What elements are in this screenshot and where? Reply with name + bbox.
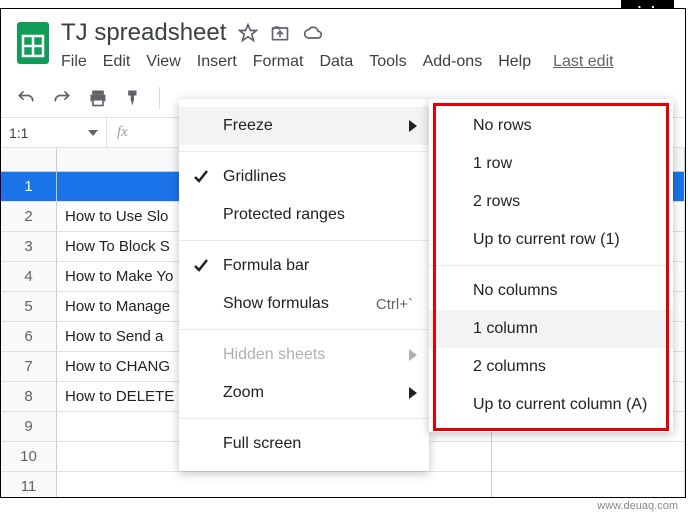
menu-edit[interactable]: Edit xyxy=(103,53,131,71)
rowhdr-3[interactable]: 3 xyxy=(1,232,57,261)
rowhdr-1[interactable]: 1 xyxy=(1,172,57,201)
menu-hidden-sheets: Hidden sheets xyxy=(179,336,429,374)
doc-title[interactable]: TJ spreadsheet xyxy=(61,19,226,47)
menu-data[interactable]: Data xyxy=(319,53,353,71)
arrow-right-icon xyxy=(409,387,417,399)
rowhdr-10[interactable]: 10 xyxy=(1,442,57,471)
titlebar: TJ spreadsheet File Edit View Insert For… xyxy=(1,9,685,71)
freeze-1-col-label: 1 column xyxy=(473,320,538,338)
cloud-icon[interactable] xyxy=(302,23,322,43)
chevron-down-icon xyxy=(88,130,98,136)
menu-zoom[interactable]: Zoom xyxy=(179,374,429,412)
rowhdr-11[interactable]: 11 xyxy=(1,472,57,498)
freeze-1-column[interactable]: 1 column xyxy=(429,310,673,348)
freeze-up-to-current-column[interactable]: Up to current column (A) xyxy=(429,386,673,424)
freeze-2-rows-label: 2 rows xyxy=(473,193,520,211)
menu-formula-bar-label: Formula bar xyxy=(223,257,309,275)
menu-protected-ranges[interactable]: Protected ranges xyxy=(179,196,429,234)
check-icon xyxy=(193,258,209,274)
freeze-up-to-col-label: Up to current column (A) xyxy=(473,396,647,414)
menu-freeze-label: Freeze xyxy=(223,117,273,135)
menu-help[interactable]: Help xyxy=(498,53,531,71)
menu-separator xyxy=(179,418,429,419)
rowhdr-2[interactable]: 2 xyxy=(1,202,57,231)
sheets-icon[interactable] xyxy=(15,20,51,71)
doc-header-row: TJ spreadsheet xyxy=(61,19,614,47)
cell-a11[interactable] xyxy=(57,472,685,498)
toolbar-divider xyxy=(159,87,160,109)
menu-tools[interactable]: Tools xyxy=(369,53,406,71)
menu-full-screen-label: Full screen xyxy=(223,435,301,453)
menu-separator xyxy=(179,240,429,241)
freeze-2-cols-label: 2 columns xyxy=(473,358,546,376)
arrow-right-icon xyxy=(409,120,417,132)
menu-separator xyxy=(179,151,429,152)
check-icon xyxy=(193,169,209,185)
freeze-no-cols-label: No columns xyxy=(473,282,557,300)
star-icon[interactable] xyxy=(238,23,258,43)
menu-file[interactable]: File xyxy=(61,53,87,71)
rowhdr-6[interactable]: 6 xyxy=(1,322,57,351)
rowhdr-7[interactable]: 7 xyxy=(1,352,57,381)
menu-freeze[interactable]: Freeze xyxy=(179,107,429,145)
arrow-right-icon xyxy=(409,349,417,361)
menu-insert[interactable]: Insert xyxy=(197,53,237,71)
rowhdr-8[interactable]: 8 xyxy=(1,382,57,411)
freeze-no-columns[interactable]: No columns xyxy=(429,272,673,310)
freeze-2-rows[interactable]: 2 rows xyxy=(429,183,673,221)
last-edit-link[interactable]: Last edit xyxy=(553,53,613,71)
menu-view[interactable]: View xyxy=(146,53,180,71)
menu-show-formulas[interactable]: Show formulas Ctrl+` xyxy=(179,285,429,323)
menu-gridlines-label: Gridlines xyxy=(223,168,286,186)
menubar: File Edit View Insert Format Data Tools … xyxy=(61,53,614,71)
menu-hidden-sheets-label: Hidden sheets xyxy=(223,346,325,364)
freeze-up-to-current-row[interactable]: Up to current row (1) xyxy=(429,221,673,259)
menu-addons[interactable]: Add-ons xyxy=(423,53,483,71)
menu-show-formulas-label: Show formulas xyxy=(223,295,329,313)
menu-show-formulas-accel: Ctrl+` xyxy=(376,296,413,313)
rowhdr-9[interactable]: 9 xyxy=(1,412,57,441)
menu-separator xyxy=(179,329,429,330)
rowhdr-5[interactable]: 5 xyxy=(1,292,57,321)
menu-full-screen[interactable]: Full screen xyxy=(179,425,429,463)
freeze-submenu: No rows 1 row 2 rows Up to current row (… xyxy=(429,99,673,432)
freeze-1-row[interactable]: 1 row xyxy=(429,145,673,183)
freeze-no-rows-label: No rows xyxy=(473,117,532,135)
menu-gridlines[interactable]: Gridlines xyxy=(179,158,429,196)
redo-icon[interactable] xyxy=(51,87,73,109)
freeze-no-rows[interactable]: No rows xyxy=(429,107,673,145)
freeze-2-columns[interactable]: 2 columns xyxy=(429,348,673,386)
move-icon[interactable] xyxy=(270,23,290,43)
name-box-value: 1:1 xyxy=(9,125,28,141)
row-11[interactable]: 11 xyxy=(1,472,685,498)
menu-protected-ranges-label: Protected ranges xyxy=(223,206,345,224)
select-all-corner[interactable] xyxy=(1,148,57,171)
menu-format[interactable]: Format xyxy=(253,53,304,71)
freeze-1-row-label: 1 row xyxy=(473,155,512,173)
name-box[interactable]: 1:1 xyxy=(1,118,107,147)
paint-format-icon[interactable] xyxy=(123,87,145,109)
freeze-up-to-row-label: Up to current row (1) xyxy=(473,231,620,249)
menu-zoom-label: Zoom xyxy=(223,384,264,402)
fx-label: fx xyxy=(107,124,138,141)
menu-separator xyxy=(429,265,673,266)
menu-formula-bar[interactable]: Formula bar xyxy=(179,247,429,285)
watermark: www.deuaq.com xyxy=(597,500,678,512)
app-window: TJ spreadsheet File Edit View Insert For… xyxy=(0,8,686,498)
view-menu: Freeze Gridlines Protected ranges Formul… xyxy=(179,99,429,471)
undo-icon[interactable] xyxy=(15,87,37,109)
print-icon[interactable] xyxy=(87,87,109,109)
rowhdr-4[interactable]: 4 xyxy=(1,262,57,291)
